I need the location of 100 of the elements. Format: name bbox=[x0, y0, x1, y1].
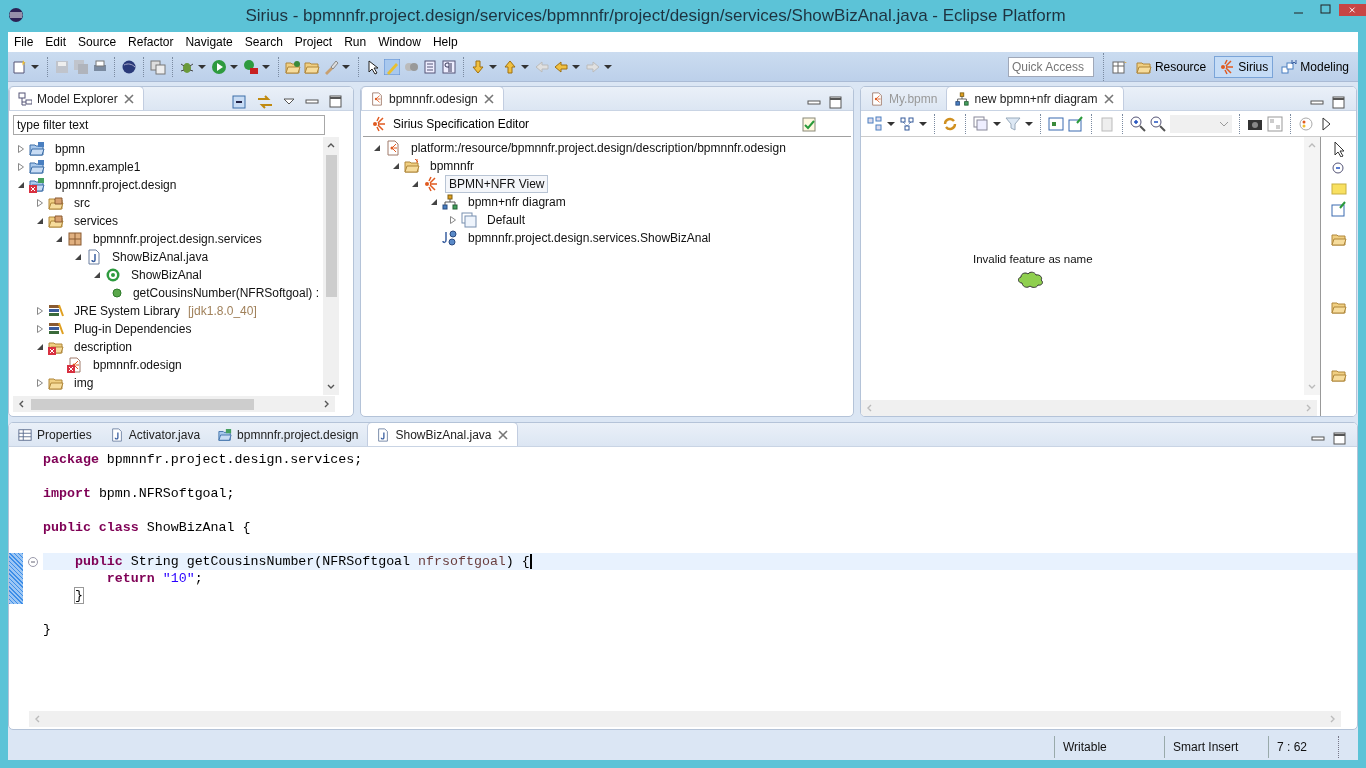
window-icon[interactable] bbox=[150, 58, 166, 75]
tree-item[interactable]: JRE System Library bbox=[70, 302, 185, 320]
zoom-out-icon[interactable] bbox=[1150, 115, 1166, 132]
maximize-icon[interactable] bbox=[1332, 96, 1346, 110]
menu-item[interactable]: Search bbox=[238, 35, 289, 50]
menu-item[interactable]: Refactor bbox=[122, 35, 180, 50]
cursor-icon[interactable] bbox=[365, 58, 381, 75]
caret-icon[interactable] bbox=[262, 64, 270, 69]
caret-icon[interactable] bbox=[31, 64, 39, 69]
expand-arrow-icon[interactable] bbox=[36, 199, 44, 207]
tree-item[interactable]: description bbox=[70, 338, 137, 356]
tab[interactable]: ShowBizAnal.java bbox=[367, 423, 518, 446]
paragraph-icon[interactable] bbox=[441, 58, 457, 75]
tab[interactable]: Properties bbox=[9, 423, 101, 446]
close-icon[interactable] bbox=[496, 428, 509, 441]
caret-icon[interactable] bbox=[230, 64, 238, 69]
quick-access-field[interactable]: Quick Access bbox=[1007, 56, 1094, 77]
expand-arrow-icon[interactable] bbox=[36, 307, 44, 315]
validate-icon[interactable] bbox=[801, 115, 817, 132]
tab[interactable]: bpmnnfr.project.design bbox=[209, 423, 368, 446]
pin-icon[interactable] bbox=[1068, 115, 1084, 132]
tree-item[interactable]: platform:/resource/bpmnnfr.project.design/description/bpmnnfr.odesign bbox=[407, 139, 790, 157]
select-icon[interactable] bbox=[1048, 115, 1064, 132]
collapse-arrow-icon[interactable] bbox=[74, 253, 82, 261]
collapse-arrow-icon[interactable] bbox=[93, 271, 101, 279]
fold-icon[interactable] bbox=[28, 556, 38, 567]
tree-item[interactable]: bpmnnfr.project.design.services.ShowBizAnal bbox=[464, 229, 715, 247]
caret-icon[interactable] bbox=[993, 121, 1001, 126]
close-icon[interactable] bbox=[1102, 92, 1115, 105]
view-menu-icon[interactable] bbox=[283, 97, 295, 107]
tab[interactable]: new bpmn+nfr diagram bbox=[946, 87, 1124, 110]
caret-icon[interactable] bbox=[489, 64, 497, 69]
collapse-arrow-icon[interactable] bbox=[36, 217, 44, 225]
expand-arrow-icon[interactable] bbox=[449, 216, 457, 224]
tree-item[interactable]: bpmn bbox=[51, 140, 90, 158]
tree-item[interactable]: bpmnnfr.project.design.services bbox=[89, 230, 266, 248]
tree-item[interactable]: bpmnnfr.odesign bbox=[89, 356, 186, 374]
open-folder-icon[interactable] bbox=[285, 58, 301, 75]
refresh-icon[interactable] bbox=[942, 115, 958, 132]
caret-icon[interactable] bbox=[604, 64, 612, 69]
tab[interactable]: bpmnnfr.odesign bbox=[361, 87, 504, 110]
collapse-arrow-icon[interactable] bbox=[392, 162, 400, 170]
tree-item[interactable]: Plug-in Dependencies bbox=[70, 320, 196, 338]
open-perspective-icon[interactable] bbox=[1111, 58, 1128, 75]
caret-icon[interactable] bbox=[887, 121, 895, 126]
horizontal-scrollbar[interactable] bbox=[861, 400, 1317, 416]
caret-icon[interactable] bbox=[919, 121, 927, 126]
vertical-scrollbar[interactable] bbox=[323, 137, 339, 395]
tree-item[interactable]: getCousinsNumber(NFRSoftgoal) : bbox=[128, 284, 323, 302]
layout-icon[interactable] bbox=[899, 115, 915, 132]
menu-item[interactable]: Help bbox=[426, 35, 464, 50]
menu-item[interactable]: Project bbox=[288, 35, 339, 50]
horizontal-scrollbar[interactable] bbox=[29, 711, 1341, 727]
link-icon[interactable] bbox=[257, 94, 273, 110]
caret-icon[interactable] bbox=[1025, 121, 1033, 126]
zoom-out-icon[interactable] bbox=[1330, 161, 1347, 177]
menu-item[interactable]: Window bbox=[372, 35, 427, 50]
play-icon[interactable] bbox=[211, 58, 227, 75]
menu-item[interactable]: Source bbox=[72, 35, 123, 50]
collapse-all-icon[interactable] bbox=[231, 94, 247, 110]
caret-icon[interactable] bbox=[521, 64, 529, 69]
tab[interactable]: Model Explorer bbox=[9, 87, 144, 110]
expand-arrow-icon[interactable] bbox=[36, 325, 44, 333]
collapse-arrow-icon[interactable] bbox=[373, 144, 381, 152]
close-icon[interactable] bbox=[122, 92, 135, 105]
horizontal-scrollbar[interactable] bbox=[13, 396, 335, 412]
tree-item[interactable]: BPMN+NFR View bbox=[445, 175, 549, 193]
tree-item[interactable]: ShowBizAnal bbox=[127, 266, 206, 284]
caret-icon[interactable] bbox=[572, 64, 580, 69]
document-icon[interactable] bbox=[422, 58, 438, 75]
tree-item[interactable]: bpmnnfr bbox=[426, 157, 479, 175]
run-tool-icon[interactable] bbox=[243, 58, 259, 75]
note-attachment-icon[interactable] bbox=[1330, 201, 1347, 217]
folder-icon[interactable] bbox=[1330, 367, 1347, 383]
tree-item[interactable]: img bbox=[70, 374, 98, 392]
maximize-icon[interactable] bbox=[329, 95, 343, 109]
tree-item[interactable]: bpmn.example1 bbox=[51, 158, 145, 176]
tree-item[interactable]: bpmnnfr.project.design bbox=[51, 176, 181, 194]
tree-item[interactable]: bpmn+nfr diagram bbox=[464, 193, 570, 211]
maximize-icon[interactable] bbox=[1333, 432, 1347, 446]
tab[interactable]: Activator.java bbox=[100, 423, 210, 446]
zoom-in-icon[interactable] bbox=[1130, 115, 1146, 132]
caret-icon[interactable] bbox=[342, 64, 350, 69]
menu-item[interactable]: Edit bbox=[39, 35, 73, 50]
perspective-button[interactable]: Resource bbox=[1130, 55, 1212, 78]
perspective-button[interactable]: Modeling bbox=[1276, 55, 1354, 78]
menu-item[interactable]: Navigate bbox=[179, 35, 239, 50]
folder-icon[interactable] bbox=[1330, 299, 1347, 315]
collapse-arrow-icon[interactable] bbox=[55, 235, 63, 243]
menu-item[interactable]: File bbox=[8, 35, 40, 50]
collapse-arrow-icon[interactable] bbox=[36, 343, 44, 351]
expand-arrow-icon[interactable] bbox=[17, 163, 25, 171]
tree-item[interactable]: services bbox=[70, 212, 122, 230]
folder-icon[interactable] bbox=[1330, 231, 1347, 247]
close-icon[interactable] bbox=[482, 92, 495, 105]
collapse-arrow-icon[interactable] bbox=[430, 198, 438, 206]
perspective-button[interactable]: Sirius bbox=[1214, 55, 1274, 78]
collapse-arrow-icon[interactable] bbox=[411, 180, 419, 188]
vertical-scrollbar[interactable] bbox=[1304, 137, 1320, 395]
maximize-icon[interactable] bbox=[829, 96, 843, 110]
